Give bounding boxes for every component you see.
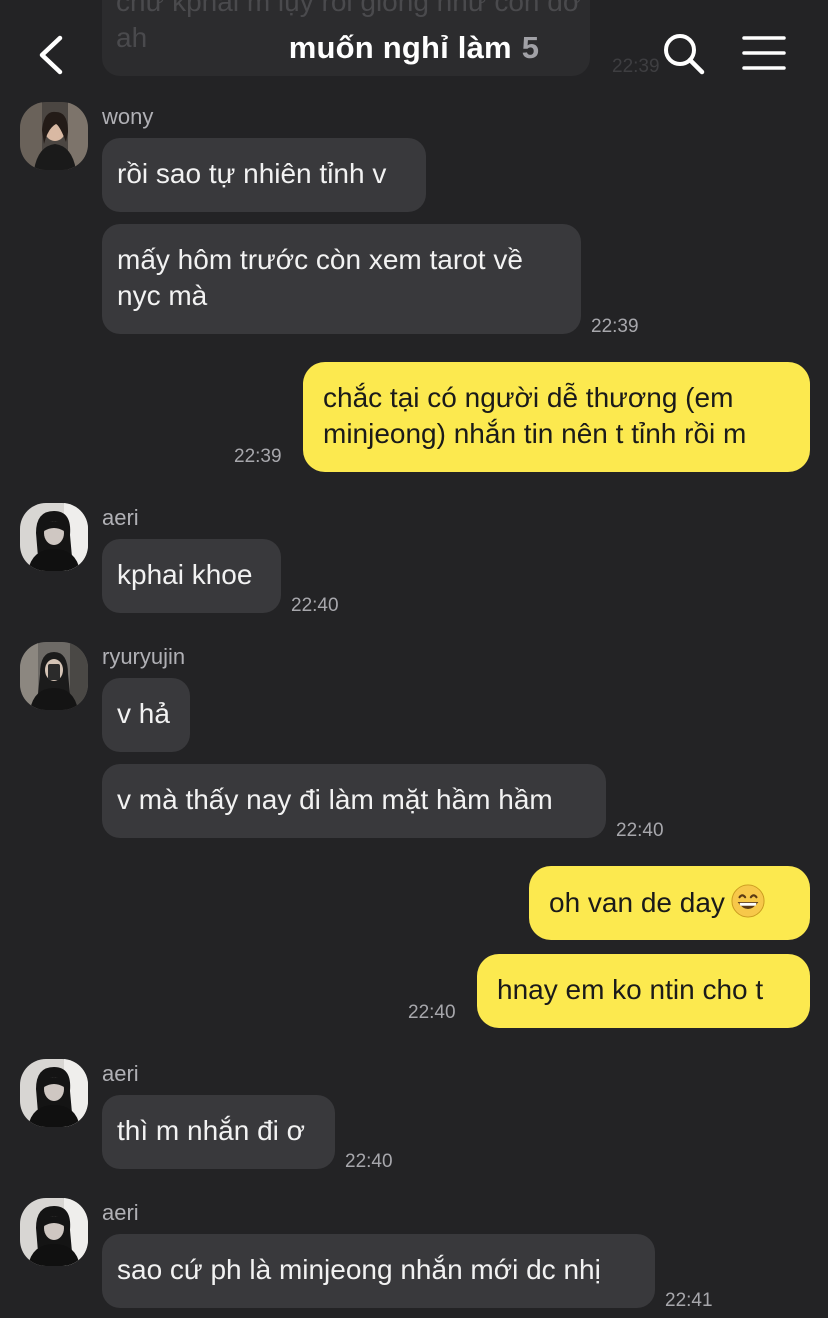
message-bubble[interactable]: mấy hôm trước còn xem tarot về nyc mà xyxy=(102,224,581,334)
message-bubble[interactable]: kphai khoe xyxy=(102,539,281,613)
message-text: hnay em ko ntin cho t xyxy=(497,974,764,1005)
message-bubble[interactable]: rồi sao tự nhiên tỉnh v xyxy=(102,138,426,212)
message-time: 22:41 xyxy=(665,1290,713,1311)
message-text-line: mấy hôm trước còn xem tarot về xyxy=(117,244,523,275)
message-text: v hả xyxy=(117,698,170,729)
avatar-aeri[interactable] xyxy=(20,503,88,571)
sender-name: aeri xyxy=(102,505,139,530)
sender-name: aeri xyxy=(102,1200,139,1225)
message-bubble[interactable]: sao cứ ph là minjeong nhắn mới dc nhị xyxy=(102,1234,655,1308)
grinning-face-emoji xyxy=(731,884,765,918)
avatar-ryuryujin[interactable] xyxy=(20,642,88,710)
message-time: 22:39 xyxy=(591,316,639,337)
message-time: 22:40 xyxy=(345,1151,393,1172)
message-time: 22:39 xyxy=(234,446,282,467)
message-text: v mà thấy nay đi làm mặt hầm hầm xyxy=(117,784,553,815)
message-time: 22:40 xyxy=(291,595,339,616)
member-count: 5 xyxy=(521,30,540,65)
message-time: 22:40 xyxy=(408,1002,456,1023)
message-text: rồi sao tự nhiên tỉnh v xyxy=(117,158,387,189)
message-bubble-outgoing[interactable]: hnay em ko ntin cho t xyxy=(477,954,810,1028)
avatar-aeri[interactable] xyxy=(20,1198,88,1266)
message-bubble-outgoing[interactable]: oh van de day xyxy=(529,866,810,940)
message-bubble-outgoing[interactable]: chắc tại có người dễ thương (em minjeong… xyxy=(303,362,810,472)
avatar-wony[interactable] xyxy=(20,102,88,170)
message-text-line: chắc tại có người dễ thương (em xyxy=(323,382,734,413)
menu-button[interactable] xyxy=(740,34,788,74)
message-bubble[interactable]: v hả xyxy=(102,678,190,752)
avatar-aeri[interactable] xyxy=(20,1059,88,1127)
message-bubble[interactable]: thì m nhắn đi ơ xyxy=(102,1095,335,1169)
hamburger-menu-icon xyxy=(742,36,786,70)
message-text-line: minjeong) nhắn tin nên t tỉnh rồi m xyxy=(323,418,747,449)
message-text: thì m nhắn đi ơ xyxy=(117,1115,306,1146)
chat-room-name: muốn nghỉ làm xyxy=(288,30,512,65)
sender-name: wony xyxy=(102,104,154,129)
message-text: sao cứ ph là minjeong nhắn mới dc nhị xyxy=(117,1254,601,1285)
message-text: kphai khoe xyxy=(117,559,253,590)
message-time: 22:40 xyxy=(616,820,664,841)
search-button[interactable] xyxy=(660,30,708,78)
message-bubble[interactable]: v mà thấy nay đi làm mặt hầm hầm xyxy=(102,764,606,838)
sender-name: aeri xyxy=(102,1061,139,1086)
sender-name: ryuryujin xyxy=(102,644,186,669)
search-icon xyxy=(664,34,705,75)
message-text: oh van de day xyxy=(549,887,725,918)
message-text-line: nyc mà xyxy=(117,280,208,311)
